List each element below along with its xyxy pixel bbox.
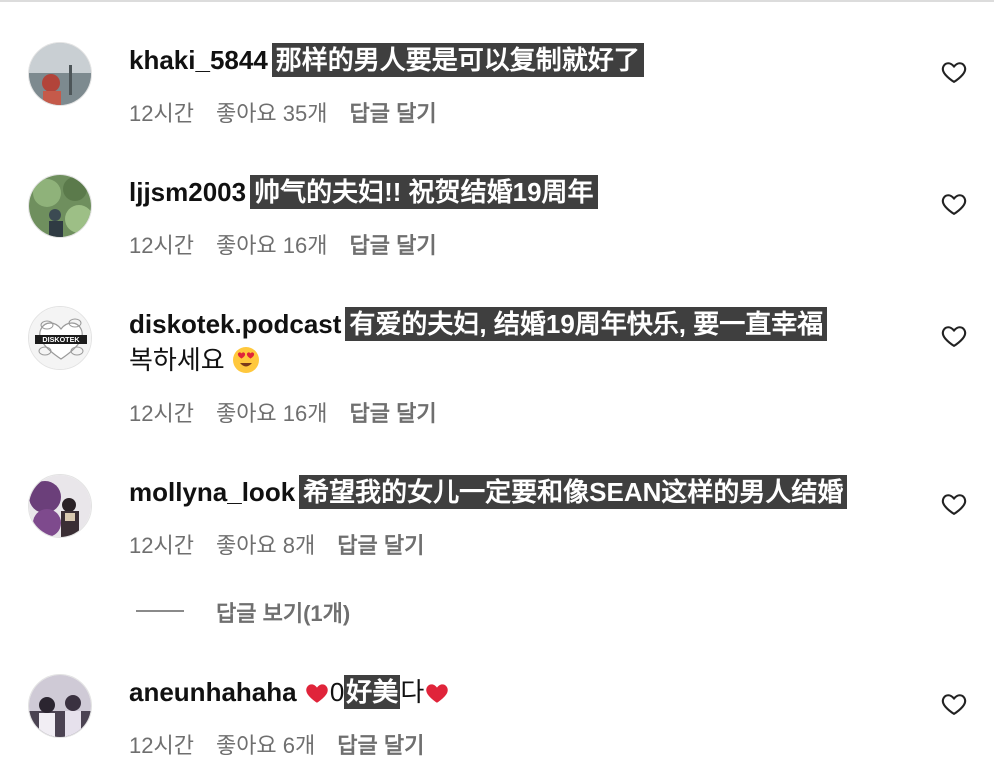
reply-button[interactable]: 답글 달기 <box>337 733 424 758</box>
comment-text: aneunhahaha 0好美다 <box>129 674 929 710</box>
avatar-image <box>29 175 91 237</box>
comment-text-plain: 다 <box>400 677 425 707</box>
comment-highlight: 帅气的夫妇!! 祝贺结婚19周年 <box>250 175 598 209</box>
comment-meta: 12시간 좋아요 16개 답글 달기 <box>129 228 459 260</box>
avatar[interactable] <box>28 474 92 538</box>
avatar[interactable]: DISKOTEK <box>28 306 92 370</box>
comment-highlight: 希望我的女儿一定要和像SEAN这样的男人结婚 <box>299 475 848 509</box>
reply-button[interactable]: 답글 달기 <box>350 233 437 258</box>
comment-text: diskotek.podcast 有爱的夫妇, 结婚19周年快乐, 要一直幸福 <box>129 306 929 342</box>
comment-text: mollyna_look 希望我的女儿一定要和像SEAN这样的男人结婚 <box>129 474 929 510</box>
comment-highlight: 有爱的夫妇, 结婚19周年快乐, 要一直幸福 <box>345 307 828 341</box>
avatar-image: DISKOTEK <box>29 307 91 369</box>
comment-username[interactable]: aneunhahaha <box>129 677 297 707</box>
comment-time: 12시간 <box>129 533 194 558</box>
avatar-image <box>29 675 91 737</box>
comment-highlight: 那样的男人要是可以复制就好了 <box>271 43 644 77</box>
comment-username[interactable]: ljjsm2003 <box>129 177 246 207</box>
heart-outline-icon[interactable] <box>940 322 968 350</box>
comment-likes[interactable]: 좋아요 16개 <box>216 401 328 426</box>
comment-meta: 12시간 좋아요 35개 답글 달기 <box>129 96 459 128</box>
heart-outline-icon[interactable] <box>940 190 968 218</box>
avatar-image <box>29 43 91 105</box>
comment-username[interactable]: mollyna_look <box>129 477 295 507</box>
comment-meta: 12시간 좋아요 8개 답글 달기 <box>129 528 446 560</box>
avatar-image <box>29 475 91 537</box>
comment-likes[interactable]: 좋아요 8개 <box>216 533 315 558</box>
heart-outline-icon[interactable] <box>940 490 968 518</box>
view-replies-dash <box>136 610 184 612</box>
comment-likes[interactable]: 좋아요 16개 <box>216 233 328 258</box>
avatar[interactable] <box>28 674 92 738</box>
top-divider <box>0 0 994 2</box>
comment-highlight: 好美 <box>344 675 401 709</box>
comment-meta: 12시간 좋아요 6개 답글 달기 <box>129 728 446 760</box>
comment-text-plain: 0 <box>329 677 345 707</box>
comment-meta: 12시간 좋아요 16개 답글 달기 <box>129 396 459 428</box>
view-replies-label[interactable]: 답글 보기(1개) <box>216 596 350 628</box>
reply-button[interactable]: 답글 달기 <box>350 401 437 426</box>
red-heart-emoji <box>306 684 328 703</box>
comment-time: 12시간 <box>129 233 194 258</box>
comment-time: 12시간 <box>129 401 194 426</box>
comment-text: ljjsm2003 帅气的夫妇!! 祝贺结婚19周年 <box>129 174 929 210</box>
comment-time: 12시간 <box>129 733 194 758</box>
heart-eyes-emoji <box>232 347 259 373</box>
comment-text: khaki_5844 那样的男人要是可以复制就好了 <box>129 42 929 78</box>
reply-button[interactable]: 답글 달기 <box>350 101 437 126</box>
comment-username[interactable]: diskotek.podcast <box>129 309 341 339</box>
comment-time: 12시간 <box>129 101 194 126</box>
reply-button[interactable]: 답글 달기 <box>337 533 424 558</box>
heart-outline-icon[interactable] <box>940 690 968 718</box>
avatar-logo-text: DISKOTEK <box>42 335 80 344</box>
red-heart-emoji <box>426 684 448 703</box>
comment-username[interactable]: khaki_5844 <box>129 45 268 75</box>
comment-text-plain: 복하세요 <box>129 345 225 375</box>
avatar[interactable] <box>28 174 92 238</box>
comment-likes[interactable]: 좋아요 6개 <box>216 733 315 758</box>
avatar[interactable] <box>28 42 92 106</box>
heart-outline-icon[interactable] <box>940 58 968 86</box>
comment-text-line2: 복하세요 <box>129 342 929 378</box>
comment-likes[interactable]: 좋아요 35개 <box>216 101 328 126</box>
